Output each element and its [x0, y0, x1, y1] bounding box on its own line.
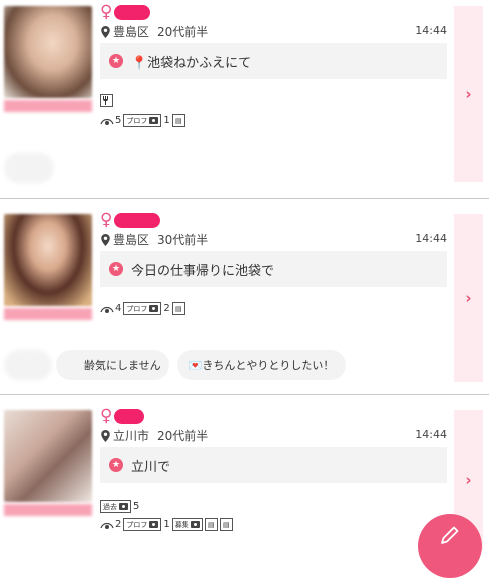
stats-row: 2 プロフ 1 募集 ▤ ▤: [100, 518, 235, 531]
profile-info: 豊島区 20代前半: [101, 23, 208, 40]
hidden-name: [114, 212, 160, 228]
area-text: 豊島区: [113, 25, 150, 39]
footprint-icon: [100, 522, 114, 529]
avatar-status-bar: [4, 504, 92, 516]
camera-icon: [149, 305, 159, 312]
footprint-icon: [100, 306, 114, 313]
divider: [0, 394, 489, 395]
compose-button[interactable]: [418, 514, 482, 578]
camera-icon: [119, 503, 128, 510]
avatar-1[interactable]: [4, 6, 92, 112]
stats-row: 4 プロフ 2 ▤: [100, 302, 187, 315]
open-post-button[interactable]: ›: [454, 6, 483, 182]
chip-row: [4, 153, 54, 183]
post-time: 14:44: [415, 232, 447, 245]
message-box[interactable]: ★ 今日の仕事帰りに池袋で: [100, 251, 447, 287]
recruit-photo-badge: 募集: [171, 518, 203, 531]
past-count: 5: [133, 501, 140, 512]
profile-label: プロフ: [126, 304, 148, 313]
message-box[interactable]: ★ 立川で: [100, 447, 447, 483]
name-row: ♀: [100, 210, 160, 230]
age-text: 30代前半: [157, 233, 209, 247]
profile-label: プロフ: [126, 116, 148, 125]
location-pin-icon: [101, 233, 110, 246]
id-card-icon: ▤: [219, 518, 233, 531]
hidden-name: [114, 4, 150, 20]
avatar-photo: [4, 6, 92, 98]
area-text: 豊島区: [113, 233, 150, 247]
past-photo-badge: 過去: [100, 500, 131, 513]
footprint-icon: [100, 118, 114, 125]
post-card-1[interactable]: ♀ 豊島区 20代前半 14:44 ★ 📍池袋ねかふえにて › 5 プロフ 1 …: [0, 0, 489, 198]
profile-label: プロフ: [126, 520, 148, 529]
chevron-right-icon: ›: [465, 289, 472, 307]
open-post-button[interactable]: ›: [454, 214, 483, 382]
camera-icon: [149, 521, 159, 528]
location-pin-icon: [101, 25, 110, 38]
message-text: 今日の仕事帰りに池袋で: [131, 263, 275, 279]
area-text: 立川市: [113, 429, 150, 443]
views-count: 4: [115, 303, 122, 314]
photo-count: 1: [163, 115, 170, 126]
profile-info: 豊島区 30代前半: [101, 231, 208, 248]
message-text: 立川で: [131, 459, 171, 475]
blurred-chip: [4, 153, 54, 183]
photo-count: 2: [163, 303, 170, 314]
avatar-2[interactable]: [4, 214, 92, 320]
fork-icon: [100, 94, 113, 107]
tag-text: 💌きちんとやりとりしたい！: [188, 359, 335, 372]
views-count: 2: [115, 519, 122, 530]
star-icon: ★: [109, 54, 123, 68]
recruit-label: 募集: [174, 520, 189, 529]
past-row: 過去 5: [100, 500, 141, 513]
name-row: ♀: [100, 2, 150, 22]
photo-count: 1: [163, 519, 170, 530]
avatar-3[interactable]: [4, 410, 92, 516]
message-text: 📍池袋ねかふえにて: [131, 55, 252, 71]
star-icon: ★: [109, 262, 123, 276]
post-time: 14:44: [415, 24, 447, 37]
pencil-icon: [441, 526, 459, 544]
camera-icon: [149, 117, 159, 124]
stats-row: 5 プロフ 1 ▤: [100, 114, 187, 127]
post-time: 14:44: [415, 428, 447, 441]
past-label: 過去: [103, 502, 117, 511]
id-card-icon: ▤: [204, 518, 218, 531]
post-card-3[interactable]: ♀ 立川市 20代前半 14:44 ★ 立川で › 過去 5 2 プロフ 1 募…: [0, 404, 489, 550]
avatar-status-bar: [4, 100, 92, 112]
age-text: 20代前半: [157, 25, 209, 39]
chip-row: 齢気にしません 💌きちんとやりとりしたい！: [4, 350, 347, 380]
hidden-name: [114, 408, 144, 424]
message-box[interactable]: ★ 📍池袋ねかふえにて: [100, 43, 447, 79]
female-symbol-icon: ♀: [100, 405, 113, 426]
tag-text: 齢気にしません: [84, 359, 161, 372]
age-text: 20代前半: [157, 429, 209, 443]
profile-info: 立川市 20代前半: [101, 427, 208, 444]
name-row: ♀: [100, 406, 144, 426]
tag-chip-polite[interactable]: 💌きちんとやりとりしたい！: [176, 350, 347, 380]
location-pin-icon: [101, 429, 110, 442]
tag-chip-age[interactable]: 齢気にしません: [56, 350, 169, 380]
chevron-right-icon: ›: [465, 85, 472, 103]
blurred-chip: [4, 350, 52, 380]
profile-photo-badge: プロフ: [123, 518, 162, 531]
star-icon: ★: [109, 458, 123, 472]
id-card-icon: ▤: [171, 302, 185, 315]
profile-photo-badge: プロフ: [123, 302, 162, 315]
avatar-photo: [4, 410, 92, 502]
avatar-photo: [4, 214, 92, 306]
camera-icon: [190, 521, 200, 528]
divider: [0, 198, 489, 199]
views-count: 5: [115, 115, 122, 126]
tag-icon-row: [100, 94, 115, 107]
post-card-2[interactable]: ♀ 豊島区 30代前半 14:44 ★ 今日の仕事帰りに池袋で › 4 プロフ …: [0, 208, 489, 394]
id-card-icon: ▤: [171, 114, 185, 127]
profile-photo-badge: プロフ: [123, 114, 162, 127]
avatar-status-bar: [4, 308, 92, 320]
female-symbol-icon: ♀: [100, 209, 113, 230]
chevron-right-icon: ›: [465, 471, 472, 489]
female-symbol-icon: ♀: [100, 1, 113, 22]
